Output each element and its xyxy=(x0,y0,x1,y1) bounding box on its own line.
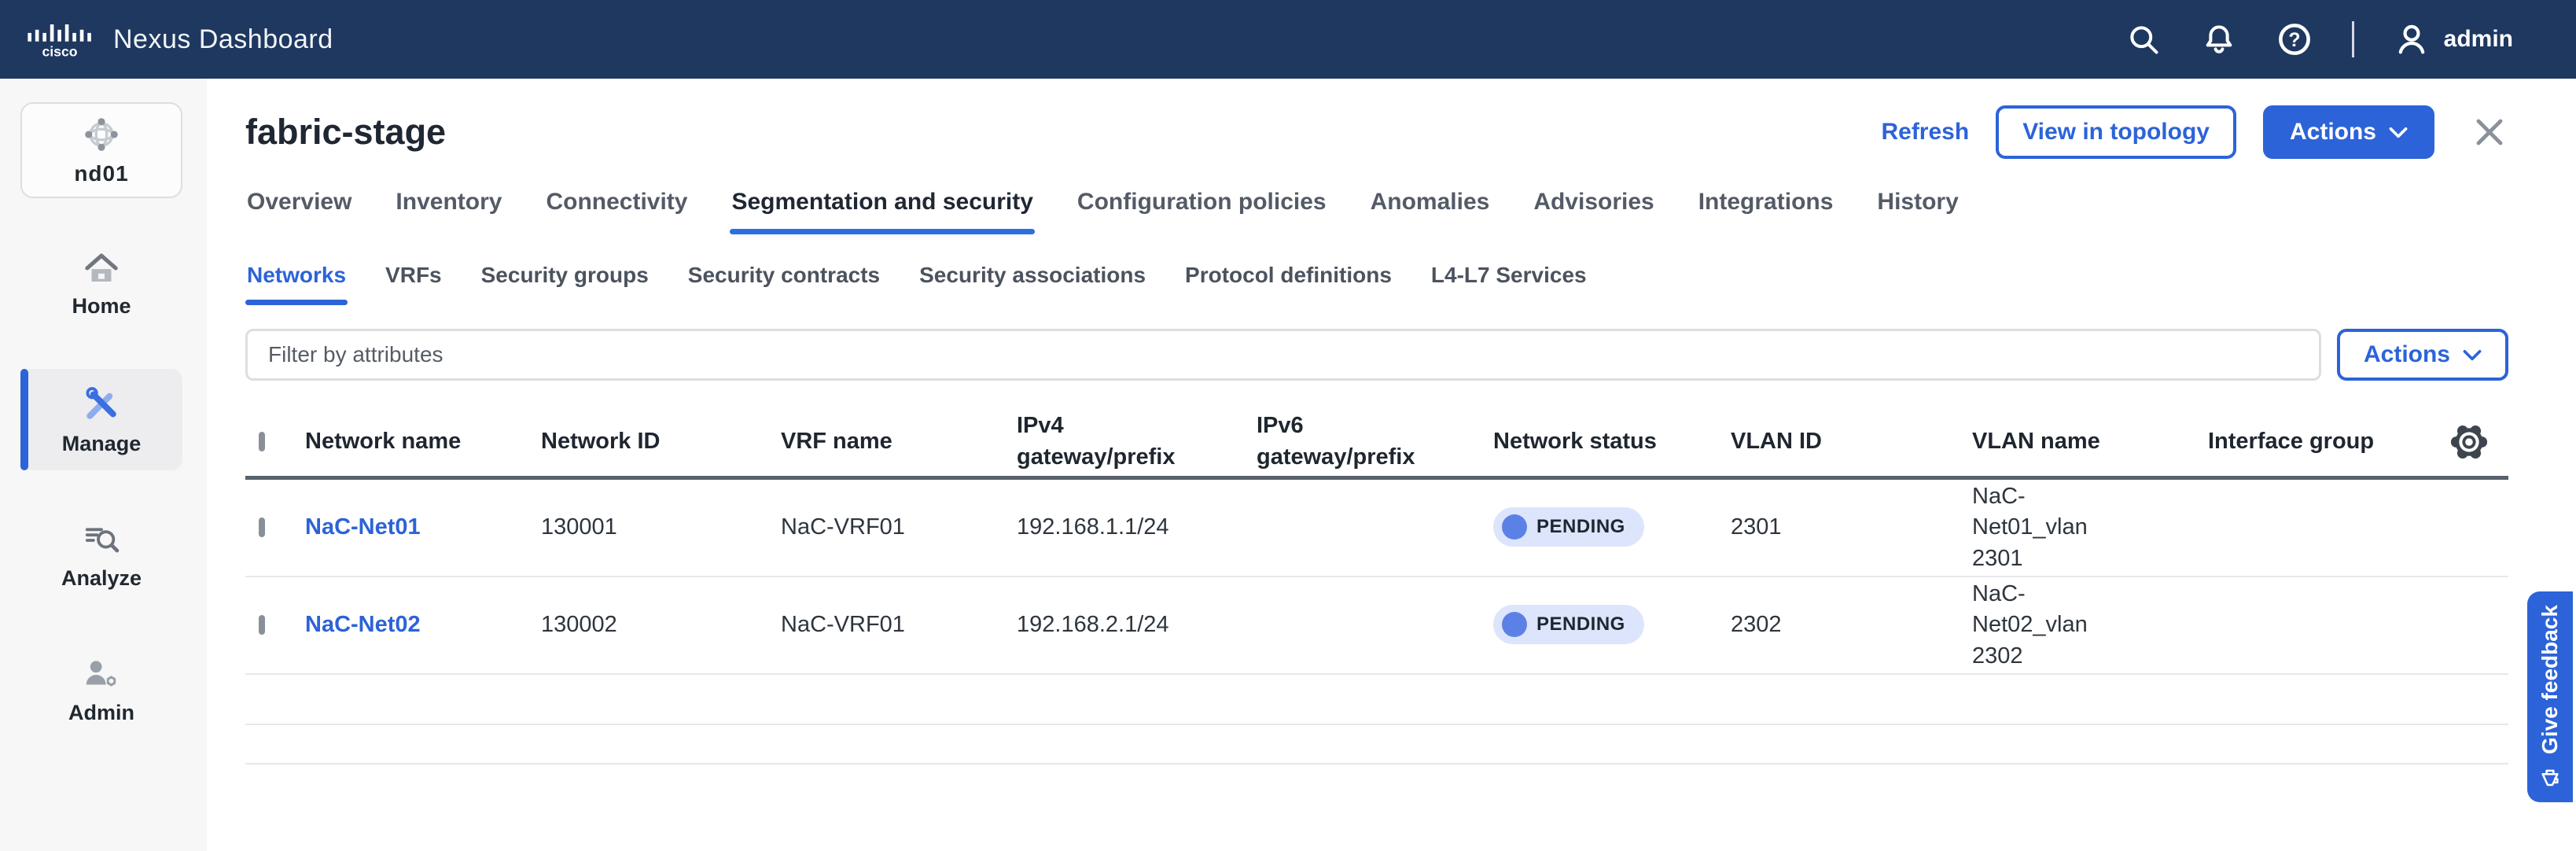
table-row: NaC-Net01 130001 NaC-VRF01 192.168.1.1/2… xyxy=(245,480,2508,577)
subtab[interactable]: VRFs xyxy=(384,263,443,305)
networks-table: Network name Network ID VRF name IPv4 ga… xyxy=(245,407,2508,764)
status-badge: PENDING xyxy=(1493,507,1644,547)
col-vlan-name[interactable]: VLAN name xyxy=(1972,426,2208,457)
vlan-name-cell: NaC-Net02_vlan2302 xyxy=(1972,579,2139,671)
tab[interactable]: Segmentation and security xyxy=(730,189,1034,234)
vlan-id-cell: 2302 xyxy=(1731,610,1972,640)
status-badge: PENDING xyxy=(1493,605,1644,644)
sidebar-item-manage[interactable]: Manage xyxy=(20,369,182,470)
user-icon xyxy=(2394,21,2430,57)
tab[interactable]: Integrations xyxy=(1697,189,1835,234)
col-network-id[interactable]: Network ID xyxy=(541,426,781,457)
cluster-selector[interactable]: nd01 xyxy=(20,102,182,198)
tab[interactable]: Connectivity xyxy=(544,189,689,234)
col-vlan-id[interactable]: VLAN ID xyxy=(1731,426,1972,457)
page-actions-button[interactable]: Actions xyxy=(2263,105,2434,159)
row-checkbox[interactable] xyxy=(259,518,265,537)
subtab[interactable]: Protocol definitions xyxy=(1183,263,1393,305)
subtab[interactable]: L4-L7 Services xyxy=(1430,263,1588,305)
col-network-status[interactable]: Network status xyxy=(1493,426,1731,457)
help-icon[interactable]: ? xyxy=(2276,21,2313,57)
svg-text:?: ? xyxy=(2288,29,2300,51)
sidebar-item-label: Manage xyxy=(62,432,142,456)
network-name-link[interactable]: NaC-Net01 xyxy=(305,514,421,540)
cluster-label: nd01 xyxy=(74,161,128,186)
tab[interactable]: Overview xyxy=(245,189,353,234)
col-interface-group[interactable]: Interface group xyxy=(2208,426,2438,457)
top-header: cisco Nexus Dashboard ? xyxy=(0,0,2576,79)
feedback-label: Give feedback xyxy=(2537,605,2563,754)
vlan-id-cell: 2301 xyxy=(1731,512,1972,543)
manage-tools-icon xyxy=(82,385,121,424)
brand: cisco Nexus Dashboard xyxy=(27,19,333,60)
page-title: fabric-stage xyxy=(245,112,446,153)
table-row: NaC-Net02 130002 NaC-VRF01 192.168.2.1/2… xyxy=(245,577,2508,675)
subtab[interactable]: Networks xyxy=(245,263,348,305)
subtab[interactable]: Security associations xyxy=(918,263,1147,305)
home-icon xyxy=(82,250,121,286)
cluster-globe-icon xyxy=(81,114,122,155)
give-feedback-button[interactable]: Give feedback xyxy=(2527,591,2573,802)
vrf-name-cell: NaC-VRF01 xyxy=(781,512,1017,543)
close-button[interactable] xyxy=(2471,113,2508,151)
vlan-name-cell: NaC-Net01_vlan2301 xyxy=(1972,481,2139,573)
select-all-checkbox[interactable] xyxy=(259,432,265,451)
col-vrf-name[interactable]: VRF name xyxy=(781,426,1017,457)
megaphone-icon xyxy=(2538,765,2562,789)
network-status-cell: PENDING xyxy=(1493,605,1731,646)
empty-table-row xyxy=(245,675,2508,725)
analyze-search-icon xyxy=(82,522,121,558)
svg-text:cisco: cisco xyxy=(42,44,77,60)
cisco-logo: cisco xyxy=(27,19,93,60)
sidebar-item-home[interactable]: Home xyxy=(20,234,182,333)
network-id-cell: 130001 xyxy=(541,512,781,543)
product-name: Nexus Dashboard xyxy=(113,24,333,55)
notifications-bell-icon[interactable] xyxy=(2201,21,2237,57)
page-tabs: Overview Inventory Connectivity Segmentatio… xyxy=(245,189,2508,234)
ipv4-cell: 192.168.1.1/24 xyxy=(1017,512,1257,543)
admin-user-gear-icon xyxy=(82,657,121,693)
col-ipv4[interactable]: IPv4 gateway/prefix xyxy=(1017,411,1188,472)
sidebar-item-analyze[interactable]: Analyze xyxy=(20,507,182,605)
search-icon[interactable] xyxy=(2125,21,2162,57)
chevron-down-icon xyxy=(2389,126,2408,138)
sidebar-item-label: Analyze xyxy=(61,566,142,591)
sidebar-item-label: Admin xyxy=(68,701,134,725)
header-divider xyxy=(2352,21,2354,57)
chevron-down-icon xyxy=(2463,348,2482,361)
close-icon xyxy=(2471,113,2508,151)
col-network-name[interactable]: Network name xyxy=(305,426,541,457)
col-ipv6[interactable]: IPv6 gateway/prefix xyxy=(1257,411,1428,472)
filter-input[interactable] xyxy=(245,329,2321,381)
username: admin xyxy=(2444,26,2513,53)
refresh-button[interactable]: Refresh xyxy=(1881,119,1969,146)
subtab[interactable]: Security contracts xyxy=(686,263,881,305)
network-name-link[interactable]: NaC-Net02 xyxy=(305,612,421,637)
table-actions-button[interactable]: Actions xyxy=(2337,329,2508,381)
view-in-topology-button[interactable]: View in topology xyxy=(1996,105,2236,159)
network-id-cell: 130002 xyxy=(541,610,781,640)
tab[interactable]: Anomalies xyxy=(1369,189,1492,234)
sidebar: nd01 Home Manage Analyze xyxy=(0,79,207,851)
table-body: NaC-Net01 130001 NaC-VRF01 192.168.1.1/2… xyxy=(245,480,2508,675)
vrf-name-cell: NaC-VRF01 xyxy=(781,610,1017,640)
tab[interactable]: Configuration policies xyxy=(1076,189,1328,234)
table-header-row: Network name Network ID VRF name IPv4 ga… xyxy=(245,407,2508,480)
ipv4-cell: 192.168.2.1/24 xyxy=(1017,610,1257,640)
status-dot-icon xyxy=(1502,612,1527,637)
status-dot-icon xyxy=(1502,514,1527,540)
tab[interactable]: Inventory xyxy=(394,189,503,234)
sidebar-item-label: Home xyxy=(72,294,131,319)
row-checkbox[interactable] xyxy=(259,615,265,635)
table-settings-gear-icon[interactable] xyxy=(2438,424,2498,460)
subtab[interactable]: Security groups xyxy=(480,263,650,305)
network-status-cell: PENDING xyxy=(1493,507,1731,548)
user-menu[interactable]: admin xyxy=(2394,21,2513,57)
tab[interactable]: History xyxy=(1875,189,1960,234)
sidebar-item-admin[interactable]: Admin xyxy=(20,641,182,739)
main-panel: fabric-stage Refresh View in topology Ac… xyxy=(207,79,2576,851)
empty-table-row xyxy=(245,725,2508,764)
section-subtabs: Networks VRFs Security groups Security cont… xyxy=(245,263,2508,305)
tab[interactable]: Advisories xyxy=(1532,189,1655,234)
